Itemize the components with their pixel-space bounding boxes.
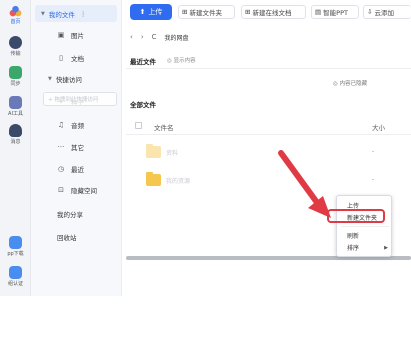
rail-item-transfer[interactable]: 传输 [0,36,31,57]
smart-ppt-button[interactable]: ▤ 智能PPT [311,5,359,19]
eye-icon: ◎ [167,58,172,64]
sidebar-item-recent[interactable]: ◷ 最近 [31,160,122,177]
eye-off-icon: ◎ [333,81,338,87]
annotation-highlight-box [327,209,385,223]
divider [126,68,411,69]
sort-label: 排序 [347,245,360,252]
sidebar-quick-access[interactable]: ▼ 快捷访问 [31,70,122,87]
sidebar-item-my-share[interactable]: 我的分享 [31,205,122,222]
clock-icon: ◷ [57,164,65,173]
file-name: 我的资源 [166,178,191,185]
ai-tools-icon [9,96,22,109]
refresh-icon[interactable]: C [152,33,157,41]
rail-label: 首页 [10,19,21,25]
rail-item-ai-tools[interactable]: AI工具 [0,96,31,117]
sidebar-item-my-files[interactable]: ▼ 我的文件 ⋮ [35,5,117,22]
smart-ppt-label: 智能PPT [323,9,348,17]
rail-item-home[interactable]: 首页 [0,4,31,25]
rail-label: pp下载 [7,251,24,257]
select-all-checkbox[interactable] [135,122,142,129]
file-size: - [372,176,375,183]
rail-label: 组认证 [7,281,23,287]
file-size: - [372,148,375,155]
folder-icon [146,144,161,158]
rail-item-message[interactable]: 消息 [0,124,31,145]
sidebar-item-label: 快捷访问 [55,75,82,84]
context-menu: 上传 新建文件夹 刷新 排序 ▶ [336,195,392,257]
sidebar-item-other[interactable]: ··· 其它 [31,138,122,155]
rail-item-app-download[interactable]: pp下载 [0,236,31,257]
forward-icon[interactable]: › [141,33,144,41]
show-content-label: 显示内容 [173,58,196,64]
breadcrumb[interactable]: 我的网盘 [165,33,189,42]
ppt-icon: ▤ [315,8,322,16]
nav-bar: ‹ › C 我的网盘 [130,31,189,43]
doc-plus-icon: ⊞ [245,8,251,16]
transfer-icon [9,36,22,49]
new-folder-label: 新建文件夹 [189,9,222,17]
sidebar-item-label: 图片 [71,31,84,40]
message-icon [9,124,22,137]
submenu-arrow-icon: ▶ [384,244,388,251]
sidebar-item-label: 回收站 [57,233,77,242]
file-name: 资料 [166,150,179,157]
rail-item-sync[interactable]: 同步 [0,66,31,87]
rail-label: 同步 [10,81,21,87]
sync-icon [9,66,22,79]
cloud-add-button[interactable]: ⇩ 云添加 [363,5,411,19]
upload-button[interactable]: ⬆ 上传 [130,4,172,20]
divider [126,134,411,135]
sidebar-item-images[interactable]: ▣ 图片 [31,26,122,43]
sidebar-item-label: 我的文件 [48,10,75,19]
sidebar: ▼ 我的文件 ⋮ ▣ 图片 ▯ 文档 ▼ 快捷访问 ✦ 种子 ♫ 音频 ··· … [31,0,122,296]
sidebar-item-label: 文档 [71,54,84,63]
app-download-icon [9,236,22,249]
folder-plus-icon: ⊞ [182,8,188,16]
quick-access-drop-zone: + 拖拽到此快捷访问 [43,92,117,106]
more-dots-icon[interactable]: ⋮ [80,10,87,18]
cloud-add-label: 云添加 [374,9,394,17]
collapse-triangle-icon: ▼ [48,75,52,82]
sidebar-item-label: 我的分享 [57,210,83,219]
menu-separator [341,226,389,227]
rail-label: AI工具 [8,111,23,117]
recent-files-title: 最近文件 [130,58,156,66]
certification-icon [9,266,22,279]
new-online-doc-label: 新建在线文档 [252,9,292,17]
column-header-size[interactable]: 大小 [372,122,385,132]
app-logo-icon [9,4,22,17]
sidebar-item-label: 隐藏空间 [71,186,97,195]
rail-label: 传输 [10,51,21,57]
sidebar-item-label: 最近 [71,165,84,174]
column-header-filename[interactable]: 文件名 [154,122,174,132]
more-icon: ··· [57,142,65,151]
download-icon: ⇩ [367,8,373,16]
folder-icon [146,172,161,186]
upload-label: 上传 [148,8,163,16]
new-online-doc-button[interactable]: ⊞ 新建在线文档 [241,5,306,19]
show-content-toggle[interactable]: ◎ 显示内容 [167,56,196,64]
back-icon[interactable]: ‹ [130,33,133,41]
image-icon: ▣ [57,30,65,39]
hidden-space-icon: ⊡ [58,185,64,194]
document-icon: ▯ [59,53,63,62]
sidebar-item-docs[interactable]: ▯ 文档 [31,49,122,66]
new-folder-button[interactable]: ⊞ 新建文件夹 [178,5,235,19]
sidebar-item-recycle-bin[interactable]: 回收站 [31,228,122,245]
audio-icon: ♫ [57,120,65,129]
context-menu-sort[interactable]: 排序 ▶ [337,242,393,253]
sidebar-item-label: 音频 [71,121,84,130]
collapse-triangle-icon: ▼ [41,10,45,17]
upload-icon: ⬆ [139,8,146,16]
sidebar-item-label: 其它 [71,143,84,152]
rail-label: 消息 [10,139,21,145]
left-rail: 首页 传输 同步 AI工具 消息 pp下载 组认证 [0,0,31,296]
context-menu-refresh[interactable]: 刷新 [337,230,393,241]
content-hidden-label: 内容已隐藏 [339,81,368,87]
all-files-title: 全部文件 [130,101,156,109]
sidebar-item-hidden-space[interactable]: ⊡ 隐藏空间 [31,181,122,198]
sidebar-item-audio[interactable]: ♫ 音频 [31,116,122,133]
rail-item-certification[interactable]: 组认证 [0,266,31,287]
content-hidden-note: ◎ 内容已隐藏 [333,79,367,87]
